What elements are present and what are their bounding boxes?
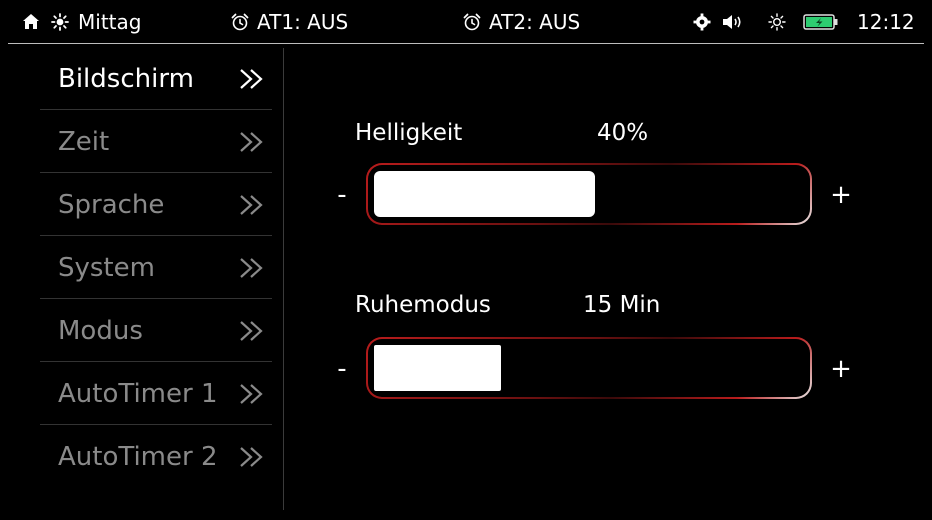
sun-icon [51,0,69,44]
brightness-value: 40% [597,120,649,146]
brightness-increase-button[interactable]: + [826,180,856,210]
timer2-status: AT2: AUS [489,10,581,34]
brightness-slider[interactable] [366,163,812,225]
sleep-decrease-button[interactable]: - [327,354,357,384]
settings-sidebar: Bildschirm Zeit Sprache System Modus Aut [0,46,284,516]
sidebar-item-modus[interactable]: Modus [40,299,272,362]
sidebar-item-label: AutoTimer 2 [58,441,218,472]
sleep-slider[interactable] [366,337,812,399]
sidebar-item-label: System [58,252,155,283]
sidebar-item-system[interactable]: System [40,236,272,299]
brightness-icon [768,0,786,44]
brightness-label: Helligkeit [355,120,463,146]
sleep-mode-label: Ruhemodus [355,292,491,318]
sidebar-item-autotimer-1[interactable]: AutoTimer 1 [40,362,272,425]
home-icon[interactable] [22,0,40,44]
speaker-icon [722,0,744,44]
sidebar-item-bildschirm[interactable]: Bildschirm [40,47,272,110]
brightness-slider-fill [374,171,595,217]
double-chevron-right-icon [240,384,263,404]
alarm-clock-icon [230,0,250,44]
double-chevron-right-icon [240,258,263,278]
sleep-slider-fill [374,345,501,391]
sidebar-item-sprache[interactable]: Sprache [40,173,272,236]
timer1-status: AT1: AUS [257,10,349,34]
sidebar-item-label: Bildschirm [58,63,194,94]
double-chevron-right-icon [240,321,263,341]
sidebar-item-zeit[interactable]: Zeit [40,110,272,173]
brightness-decrease-button[interactable]: - [327,180,357,210]
sleep-mode-value: 15 Min [583,292,661,318]
status-bar-divider [8,43,924,44]
clock-time: 12:12 [857,10,915,34]
sidebar-item-label: Modus [58,315,143,346]
status-bar: Mittag AT1: AUS AT2: AUS 12:12 [0,0,932,44]
sidebar-item-label: AutoTimer 1 [58,378,218,409]
sidebar-item-autotimer-2[interactable]: AutoTimer 2 [40,425,272,488]
sidebar-item-label: Zeit [58,126,110,157]
mode-label: Mittag [78,10,142,34]
battery-charging-icon [803,0,839,44]
sidebar-separator [283,48,284,510]
alarm-clock-icon [462,0,482,44]
double-chevron-right-icon [240,447,263,467]
settings-cog-icon [693,0,711,44]
sleep-increase-button[interactable]: + [826,354,856,384]
double-chevron-right-icon [240,69,263,89]
double-chevron-right-icon [240,195,263,215]
double-chevron-right-icon [240,132,263,152]
sidebar-item-label: Sprache [58,189,165,220]
